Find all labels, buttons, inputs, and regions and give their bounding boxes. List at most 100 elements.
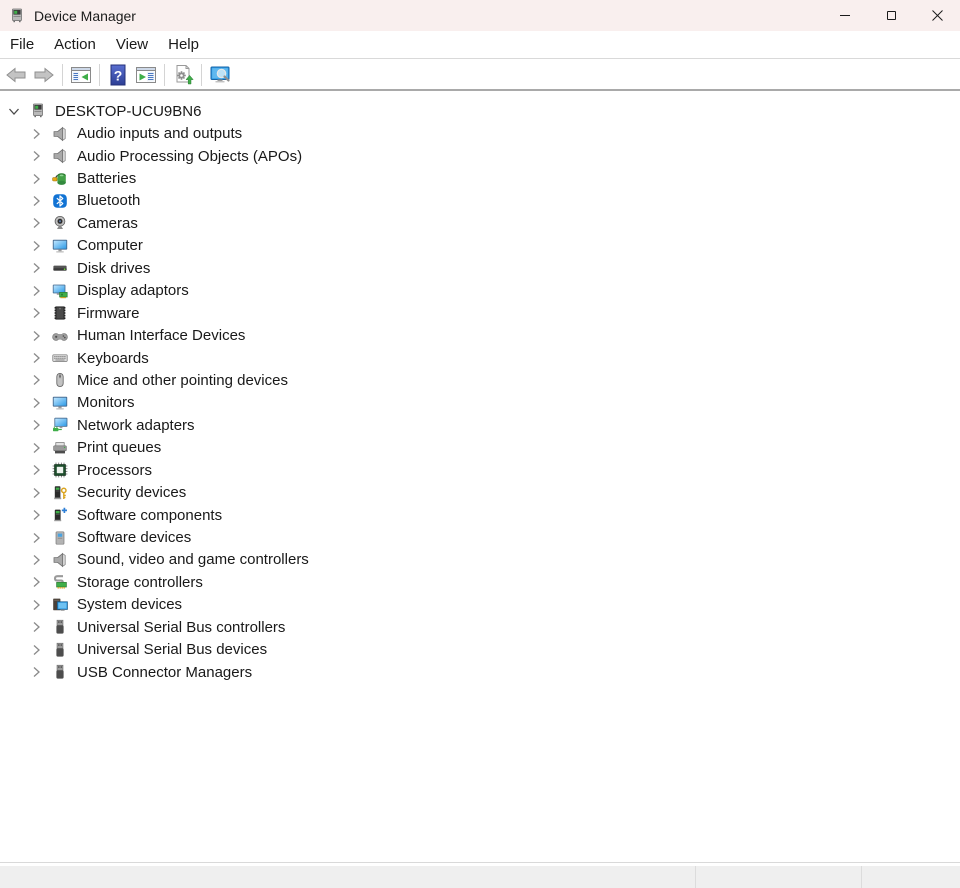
tree-item[interactable]: Batteries — [0, 167, 960, 189]
desktop-pc-icon — [30, 103, 46, 119]
tree-item[interactable]: Print queues — [0, 437, 960, 459]
device-search-button[interactable] — [206, 61, 234, 88]
chevron-right-icon[interactable] — [28, 417, 44, 433]
chevron-right-icon[interactable] — [28, 372, 44, 388]
chevron-right-icon[interactable] — [28, 126, 44, 142]
hid-icon — [52, 328, 68, 344]
tree-item[interactable]: Software devices — [0, 526, 960, 548]
system-devices-icon — [52, 597, 68, 613]
tree-item[interactable]: Audio inputs and outputs — [0, 122, 960, 144]
tree-item-label: Audio inputs and outputs — [77, 125, 242, 142]
chevron-right-icon[interactable] — [28, 552, 44, 568]
help-button[interactable] — [104, 61, 132, 88]
forward-button[interactable] — [30, 61, 58, 88]
keyboard-icon — [52, 350, 68, 366]
tree-item[interactable]: Display adaptors — [0, 280, 960, 302]
speaker-icon — [52, 148, 68, 164]
chevron-right-icon[interactable] — [28, 328, 44, 344]
tree-item-label: Software devices — [77, 529, 191, 546]
chevron-right-icon[interactable] — [28, 664, 44, 680]
chevron-right-icon[interactable] — [28, 215, 44, 231]
tree-item[interactable]: Audio Processing Objects (APOs) — [0, 145, 960, 167]
tree-item-label: Security devices — [77, 484, 186, 501]
tree-item[interactable]: Disk drives — [0, 257, 960, 279]
chevron-right-icon[interactable] — [28, 305, 44, 321]
forward-arrow-icon — [33, 64, 55, 86]
chevron-down-icon[interactable] — [6, 103, 22, 119]
chevron-right-icon[interactable] — [28, 507, 44, 523]
tree-item-label: Bluetooth — [77, 192, 140, 209]
tree-item[interactable]: USB Connector Managers — [0, 661, 960, 683]
tree-item[interactable]: Computer — [0, 235, 960, 257]
usb-icon — [52, 642, 68, 658]
status-bar — [0, 866, 960, 888]
chevron-right-icon[interactable] — [28, 283, 44, 299]
tree-item[interactable]: Network adapters — [0, 414, 960, 436]
show-action-pane-button[interactable] — [132, 61, 160, 88]
speaker-icon — [52, 126, 68, 142]
chevron-right-icon[interactable] — [28, 642, 44, 658]
tree-item[interactable]: Monitors — [0, 392, 960, 414]
menu-file[interactable]: File — [0, 31, 44, 58]
tree-item-label: Audio Processing Objects (APOs) — [77, 148, 302, 165]
maximize-button[interactable] — [868, 0, 914, 31]
menu-help[interactable]: Help — [158, 31, 209, 58]
minimize-icon — [840, 15, 850, 16]
tree-item[interactable]: System devices — [0, 594, 960, 616]
chevron-right-icon[interactable] — [28, 238, 44, 254]
tree-item[interactable]: Mice and other pointing devices — [0, 369, 960, 391]
tree-item[interactable]: Sound, video and game controllers — [0, 549, 960, 571]
monitor-icon — [52, 238, 68, 254]
chevron-right-icon[interactable] — [28, 260, 44, 276]
status-bar-separator — [861, 866, 862, 888]
tree-root-item[interactable]: DESKTOP-UCU9BN6 — [0, 100, 960, 122]
chevron-right-icon[interactable] — [28, 597, 44, 613]
tree-item[interactable]: Security devices — [0, 481, 960, 503]
tree-item[interactable]: Firmware — [0, 302, 960, 324]
menu-view[interactable]: View — [106, 31, 158, 58]
usb-icon — [52, 619, 68, 635]
chevron-right-icon[interactable] — [28, 148, 44, 164]
tree-item[interactable]: Cameras — [0, 212, 960, 234]
device-manager-window: Device Manager File Action View Help — [0, 0, 960, 888]
tree-item[interactable]: Storage controllers — [0, 571, 960, 593]
chevron-right-icon[interactable] — [28, 574, 44, 590]
tree-item[interactable]: Bluetooth — [0, 190, 960, 212]
processor-icon — [52, 462, 68, 478]
close-button[interactable] — [914, 0, 960, 31]
tree-item[interactable]: Processors — [0, 459, 960, 481]
tree-item-label: Firmware — [77, 305, 140, 322]
tree-item-label: Keyboards — [77, 350, 149, 367]
monitor-icon — [52, 395, 68, 411]
tree-item-label: Human Interface Devices — [77, 327, 245, 344]
battery-icon — [52, 171, 68, 187]
device-manager-app-icon — [9, 8, 25, 24]
chevron-right-icon[interactable] — [28, 462, 44, 478]
hdd-icon — [52, 260, 68, 276]
tree-item[interactable]: Universal Serial Bus devices — [0, 639, 960, 661]
chevron-right-icon[interactable] — [28, 440, 44, 456]
chevron-right-icon[interactable] — [28, 350, 44, 366]
firmware-icon — [52, 305, 68, 321]
back-button[interactable] — [2, 61, 30, 88]
chevron-right-icon[interactable] — [28, 485, 44, 501]
network-adapter-icon — [52, 417, 68, 433]
usb-icon — [52, 664, 68, 680]
tree-item[interactable]: Human Interface Devices — [0, 324, 960, 346]
chevron-right-icon[interactable] — [28, 171, 44, 187]
tree-item-label: System devices — [77, 596, 182, 613]
minimize-button[interactable] — [822, 0, 868, 31]
tree-item[interactable]: Software components — [0, 504, 960, 526]
menu-action[interactable]: Action — [44, 31, 106, 58]
chevron-right-icon[interactable] — [28, 193, 44, 209]
display-adapter-icon — [52, 283, 68, 299]
window-title: Device Manager — [34, 8, 136, 24]
tree-item[interactable]: Universal Serial Bus controllers — [0, 616, 960, 638]
show-console-tree-button[interactable] — [67, 61, 95, 88]
scan-for-hardware-changes-button[interactable] — [169, 61, 197, 88]
chevron-right-icon[interactable] — [28, 619, 44, 635]
chevron-right-icon[interactable] — [28, 395, 44, 411]
tree-item[interactable]: Keyboards — [0, 347, 960, 369]
chevron-right-icon[interactable] — [28, 530, 44, 546]
device-tree-items: Audio inputs and outputs Audio Processin… — [0, 122, 960, 683]
